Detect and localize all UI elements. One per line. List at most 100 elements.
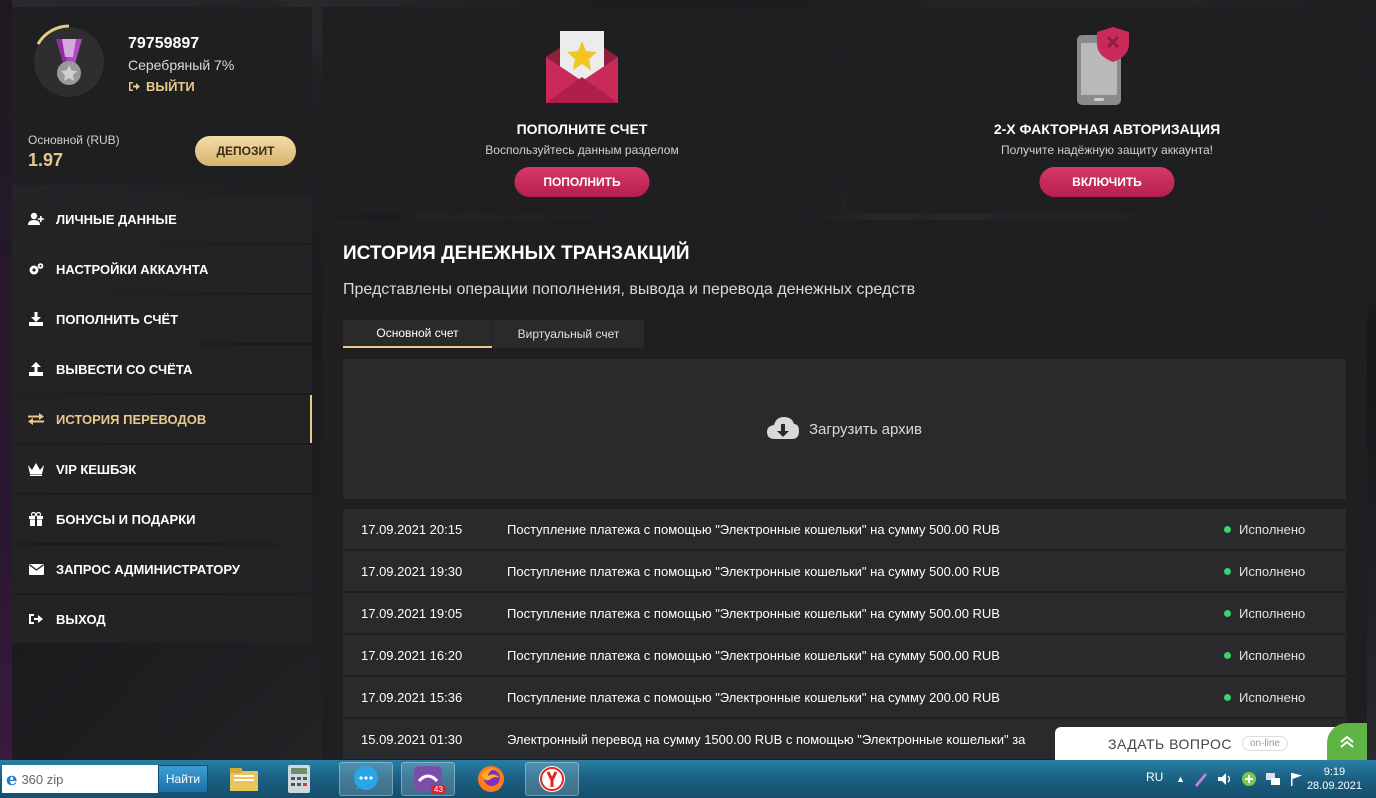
- status-text: Исполнено: [1239, 605, 1306, 621]
- cloud-download-icon: [766, 417, 799, 439]
- tab-main-account[interactable]: Основной счет: [343, 320, 492, 348]
- os-taskbar: e 360 zip Найти 43 RU ▲ 9:19 28.09.2021: [0, 760, 1376, 798]
- calculator-icon: [288, 765, 310, 793]
- flag-icon[interactable]: [1289, 772, 1303, 786]
- sign-out-icon: [28, 611, 44, 627]
- ie-icon: e: [6, 768, 18, 790]
- balance-label: Основной (RUB): [28, 133, 120, 147]
- sidebar-item-label: НАСТРОЙКИ АККАУНТА: [56, 261, 209, 277]
- sidebar-item-label: ПОПОЛНИТЬ СЧЁТ: [56, 311, 179, 327]
- deposit-button[interactable]: ДЕПОЗИТ: [195, 136, 296, 166]
- sidebar-item-vip-cashback[interactable]: VIP КЕШБЭК: [12, 445, 312, 493]
- taskbar-app-yandex[interactable]: [525, 762, 579, 796]
- expand-chat-button[interactable]: [1327, 723, 1367, 760]
- envelope-star-icon: [546, 31, 618, 103]
- sidebar-item-bonuses[interactable]: БОНУСЫ И ПОДАРКИ: [12, 495, 312, 543]
- status-badge: Исполнено: [1224, 648, 1346, 663]
- sidebar-item-personal-data[interactable]: ЛИЧНЫЕ ДАННЫЕ: [12, 195, 312, 243]
- avatar: [34, 24, 104, 97]
- sidebar-item-label: ВЫХОД: [56, 611, 106, 627]
- double-chevron-up-icon: [1340, 735, 1354, 748]
- logout-label: ВЫЙТИ: [146, 79, 195, 94]
- topup-button[interactable]: ПОПОЛНИТЬ: [514, 167, 650, 197]
- envelope-icon: [28, 561, 44, 577]
- taskbar-app-calculator[interactable]: [272, 762, 326, 796]
- sidebar-item-account-settings[interactable]: НАСТРОЙКИ АККАУНТА: [12, 245, 312, 293]
- status-dot-icon: [1224, 609, 1231, 617]
- status-badge: Исполнено: [1224, 522, 1346, 537]
- sidebar-item-label: VIP КЕШБЭК: [56, 461, 137, 477]
- online-badge: on-line: [1241, 736, 1288, 751]
- balance-value: 1.97: [28, 150, 64, 170]
- row-description: Поступление платежа с помощью "Электронн…: [507, 647, 1000, 663]
- pen-icon[interactable]: [1193, 771, 1209, 787]
- ask-question-label: ЗАДАТЬ ВОПРОС: [1108, 735, 1232, 752]
- logout-link[interactable]: ВЫЙТИ: [128, 79, 195, 94]
- row-date: 17.09.2021 15:36: [361, 689, 463, 705]
- sidebar-item-topup[interactable]: ПОПОЛНИТЬ СЧЁТ: [12, 295, 312, 343]
- clock-time: 9:19: [1323, 766, 1346, 778]
- status-badge: Исполнено: [1224, 606, 1346, 621]
- enable-twofa-button[interactable]: ВКЛЮЧИТЬ: [1039, 167, 1175, 197]
- taskbar-app-messenger[interactable]: [339, 762, 393, 796]
- row-date: 15.09.2021 01:30: [361, 731, 463, 747]
- sidebar-item-withdraw[interactable]: ВЫВЕСТИ СО СЧЁТА: [12, 345, 312, 393]
- language-indicator[interactable]: RU: [1146, 770, 1163, 784]
- network-icon[interactable]: [1265, 771, 1281, 787]
- row-description: Поступление платежа с помощью "Электронн…: [507, 563, 1000, 579]
- clock-date: 28.09.2021: [1306, 780, 1362, 792]
- sidebar-item-label: ЗАПРОС АДМИНИСТРАТОРУ: [56, 561, 240, 577]
- volume-icon[interactable]: [1217, 771, 1233, 787]
- status-dot-icon: [1224, 651, 1231, 659]
- table-row: 17.09.2021 16:20 Поступление платежа с п…: [343, 635, 1346, 675]
- account-tabs: Основной счет Виртуальный счет: [343, 320, 644, 348]
- taskbar-app-firefox[interactable]: [464, 762, 518, 796]
- antivirus-icon[interactable]: [1241, 771, 1257, 787]
- table-row: 17.09.2021 20:15 Поступление платежа с п…: [343, 509, 1346, 549]
- download-icon: [28, 311, 44, 327]
- twofa-card-subtitle: Получите надёжную защиту аккаунта!: [1000, 143, 1213, 157]
- sidebar-item-exit[interactable]: ВЫХОД: [12, 595, 312, 643]
- taskbar-search-input[interactable]: e 360 zip: [2, 765, 158, 793]
- status-dot-icon: [1224, 567, 1231, 575]
- row-date: 17.09.2021 19:05: [361, 605, 463, 621]
- download-archive-button[interactable]: Загрузить архив: [343, 359, 1346, 499]
- notification-badge: 43: [431, 785, 446, 794]
- status-dot-icon: [1224, 525, 1231, 533]
- status-badge: Исполнено: [1224, 564, 1346, 579]
- taskbar-search-button[interactable]: Найти: [158, 765, 208, 793]
- user-level: Серебряный 7%: [128, 57, 235, 73]
- taskbar-app-tor[interactable]: 43: [401, 762, 455, 796]
- taskbar-clock[interactable]: 9:19 28.09.2021: [1307, 765, 1362, 793]
- table-row: 17.09.2021 19:30 Поступление платежа с п…: [343, 551, 1346, 591]
- system-tray: ▲: [1176, 771, 1303, 787]
- ask-question-widget[interactable]: ЗАДАТЬ ВОПРОС on-line: [1055, 723, 1367, 760]
- sidebar-item-label: БОНУСЫ И ПОДАРКИ: [56, 511, 196, 527]
- tray-expand-icon[interactable]: ▲: [1176, 774, 1185, 784]
- twofa-card-title: 2-Х ФАКТОРНАЯ АВТОРИЗАЦИЯ: [993, 121, 1221, 137]
- page-title: ИСТОРИЯ ДЕНЕЖНЫХ ТРАНЗАКЦИЙ: [343, 243, 690, 264]
- twofa-card: 2-Х ФАКТОРНАЯ АВТОРИЗАЦИЯ Получите надёж…: [847, 7, 1367, 213]
- firefox-icon: [478, 766, 504, 792]
- status-badge: Исполнено: [1224, 690, 1346, 705]
- profile-card: 79759897 Серебряный 7% ВЫЙТИ Основной (R…: [12, 7, 312, 185]
- transactions-list: 17.09.2021 20:15 Поступление платежа с п…: [343, 509, 1346, 761]
- status-text: Исполнено: [1239, 563, 1306, 579]
- status-dot-icon: [1224, 693, 1231, 701]
- user-id: 79759897: [128, 35, 200, 52]
- crown-icon: [28, 461, 44, 477]
- table-row: 17.09.2021 15:36 Поступление платежа с п…: [343, 677, 1346, 717]
- taskbar-app-explorer[interactable]: [217, 762, 271, 796]
- row-description: Поступление платежа с помощью "Электронн…: [507, 521, 1000, 537]
- tab-virtual-account[interactable]: Виртуальный счет: [493, 320, 644, 348]
- yandex-browser-icon: [539, 766, 565, 792]
- level-progress-ring-icon: [36, 24, 70, 45]
- row-date: 17.09.2021 16:20: [361, 647, 463, 663]
- sidebar-item-transfer-history[interactable]: ИСТОРИЯ ПЕРЕВОДОВ: [12, 395, 312, 443]
- sidebar-item-admin-request[interactable]: ЗАПРОС АДМИНИСТРАТОРУ: [12, 545, 312, 593]
- search-value: 360 zip: [21, 771, 64, 787]
- sidebar-item-label: ВЫВЕСТИ СО СЧЁТА: [56, 361, 193, 377]
- row-date: 17.09.2021 19:30: [361, 563, 463, 579]
- chat-bubble-icon: [354, 766, 378, 790]
- sidebar-item-label: ЛИЧНЫЕ ДАННЫЕ: [56, 211, 177, 227]
